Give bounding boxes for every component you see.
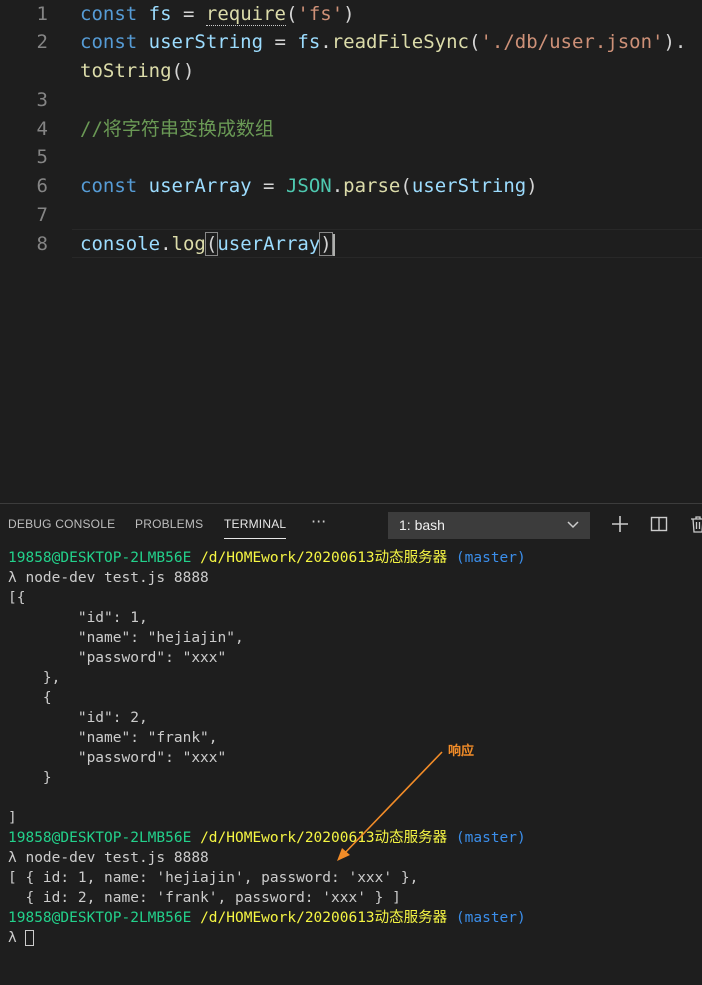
token-variable: console [80,233,161,255]
code-line-8[interactable]: console.log(userArray) [80,230,335,259]
token-punctuation: . [331,175,344,197]
bottom-panel: DEBUG CONSOLE PROBLEMS TERMINAL ··· 1: b… [0,503,702,985]
token-string: './db/user.json' [480,31,664,53]
terminal-input-line[interactable]: λ [8,928,702,948]
token-punctuation: . [320,31,332,53]
code-line-1[interactable]: const fs = require('fs') [80,0,355,29]
active-tab-indicator [224,538,286,539]
terminal-line: "name": "hejiajin", [8,630,244,646]
line-number: 3 [36,89,48,111]
prompt-user: 19858@DESKTOP-2LMB56E [8,550,192,566]
token-function: require [205,3,286,26]
code-line-6[interactable]: const userArray = JSON.parse(userString) [80,172,538,201]
prompt-branch: (master) [455,910,526,926]
token-punctuation: ) [319,232,333,256]
tab-terminal[interactable]: TERMINAL [224,517,286,531]
line-number: 6 [36,175,48,197]
token-variable: userArray [148,175,252,197]
token-punctuation: ( [285,3,298,25]
token-variable: fs [297,31,321,53]
token-punctuation: ). [663,31,687,53]
token-punctuation: ) [526,175,538,197]
code-editor[interactable]: 1 2 3 4 5 6 7 8 const fs = require('fs')… [0,0,702,503]
terminal-prompt: 19858@DESKTOP-2LMB56E /d/HOMEwork/202006… [8,908,702,928]
token-comment: //将字符串变换成数组 [80,118,274,140]
terminal-line: ] [8,810,17,826]
terminal-prompt: 19858@DESKTOP-2LMB56E /d/HOMEwork/202006… [8,548,702,568]
code-line-2[interactable]: const userString = fs.readFileSync('./db… [80,28,686,57]
token-punctuation: ( [204,232,219,256]
prompt-branch: (master) [455,830,526,846]
tab-debug-console[interactable]: DEBUG CONSOLE [8,517,115,531]
trash-icon[interactable] [688,514,702,534]
terminal-select[interactable]: 1: bash [388,512,590,539]
line-number: 7 [36,204,48,226]
prompt-path: /d/HOMEwork/20200613动态服务器 [200,550,448,566]
annotation-label: 响应 [448,744,475,759]
terminal-line: } [8,770,52,786]
text-cursor [332,233,335,256]
token-function: log [171,233,206,255]
terminal-line: [{ [8,590,26,606]
token-punctuation: ) [343,3,355,25]
tab-problems[interactable]: PROBLEMS [135,517,203,531]
token-punctuation: ( [400,175,412,197]
token-function: parse [343,175,401,197]
token-string: 'fs' [297,3,344,25]
terminal-line: [ { id: 1, name: 'hejiajin', password: '… [8,870,419,886]
prompt-user: 19858@DESKTOP-2LMB56E [8,910,192,926]
terminal-command: λ node-dev test.js 8888 [8,850,209,866]
more-actions-icon[interactable]: ··· [311,512,326,531]
terminal-command: λ node-dev test.js 8888 [8,570,209,586]
token-keyword: const [80,175,138,197]
token-punctuation: = [263,31,298,53]
terminal-line: "id": 1, [8,610,148,626]
terminal-line: "name": "frank", [8,730,218,746]
prompt-path: /d/HOMEwork/20200613动态服务器 [200,830,448,846]
token-keyword: const [80,3,138,25]
terminal-line: "id": 2, [8,710,148,726]
token-function: toString [80,60,172,82]
terminal-line: "password": "xxx" [8,750,227,766]
prompt-path: /d/HOMEwork/20200613动态服务器 [200,910,448,926]
token-function: readFileSync [331,31,469,53]
token-variable: fs [148,3,172,25]
panel-tabs: DEBUG CONSOLE PROBLEMS TERMINAL ··· 1: b… [0,504,702,546]
token-variable: userArray [217,233,321,255]
split-icon[interactable] [649,514,669,534]
token-punctuation: = [251,175,286,197]
prompt-branch: (master) [455,550,526,566]
token-variable: userString [148,31,264,53]
token-punctuation: ( [469,31,481,53]
token-punctuation: = [171,3,206,25]
terminal-line: { [8,690,52,706]
line-number: 1 [36,3,48,25]
terminal-line: }, [8,670,61,686]
terminal-select-value: 1: bash [399,517,445,533]
prompt-lambda: λ [8,930,26,946]
token-variable: userString [411,175,527,197]
token-keyword: const [80,31,138,53]
terminal-prompt: 19858@DESKTOP-2LMB56E /d/HOMEwork/202006… [8,828,702,848]
terminal-line: "password": "xxx" [8,650,227,666]
terminal-line: { id: 2, name: 'frank', password: 'xxx' … [8,890,401,906]
chevron-down-icon [567,521,579,529]
plus-icon[interactable] [610,514,630,534]
line-number: 8 [36,233,48,255]
prompt-user: 19858@DESKTOP-2LMB56E [8,830,192,846]
code-line-2-wrap[interactable]: toString() [80,57,194,86]
token-punctuation: () [171,60,195,82]
line-number: 4 [36,118,48,140]
terminal-cursor [25,930,35,946]
token-punctuation: . [160,233,172,255]
line-number: 5 [36,146,48,168]
terminal-output[interactable]: 19858@DESKTOP-2LMB56E /d/HOMEwork/202006… [8,548,702,948]
line-number: 2 [36,31,48,53]
code-line-4[interactable]: //将字符串变换成数组 [80,115,274,144]
token-class: JSON [285,175,332,197]
